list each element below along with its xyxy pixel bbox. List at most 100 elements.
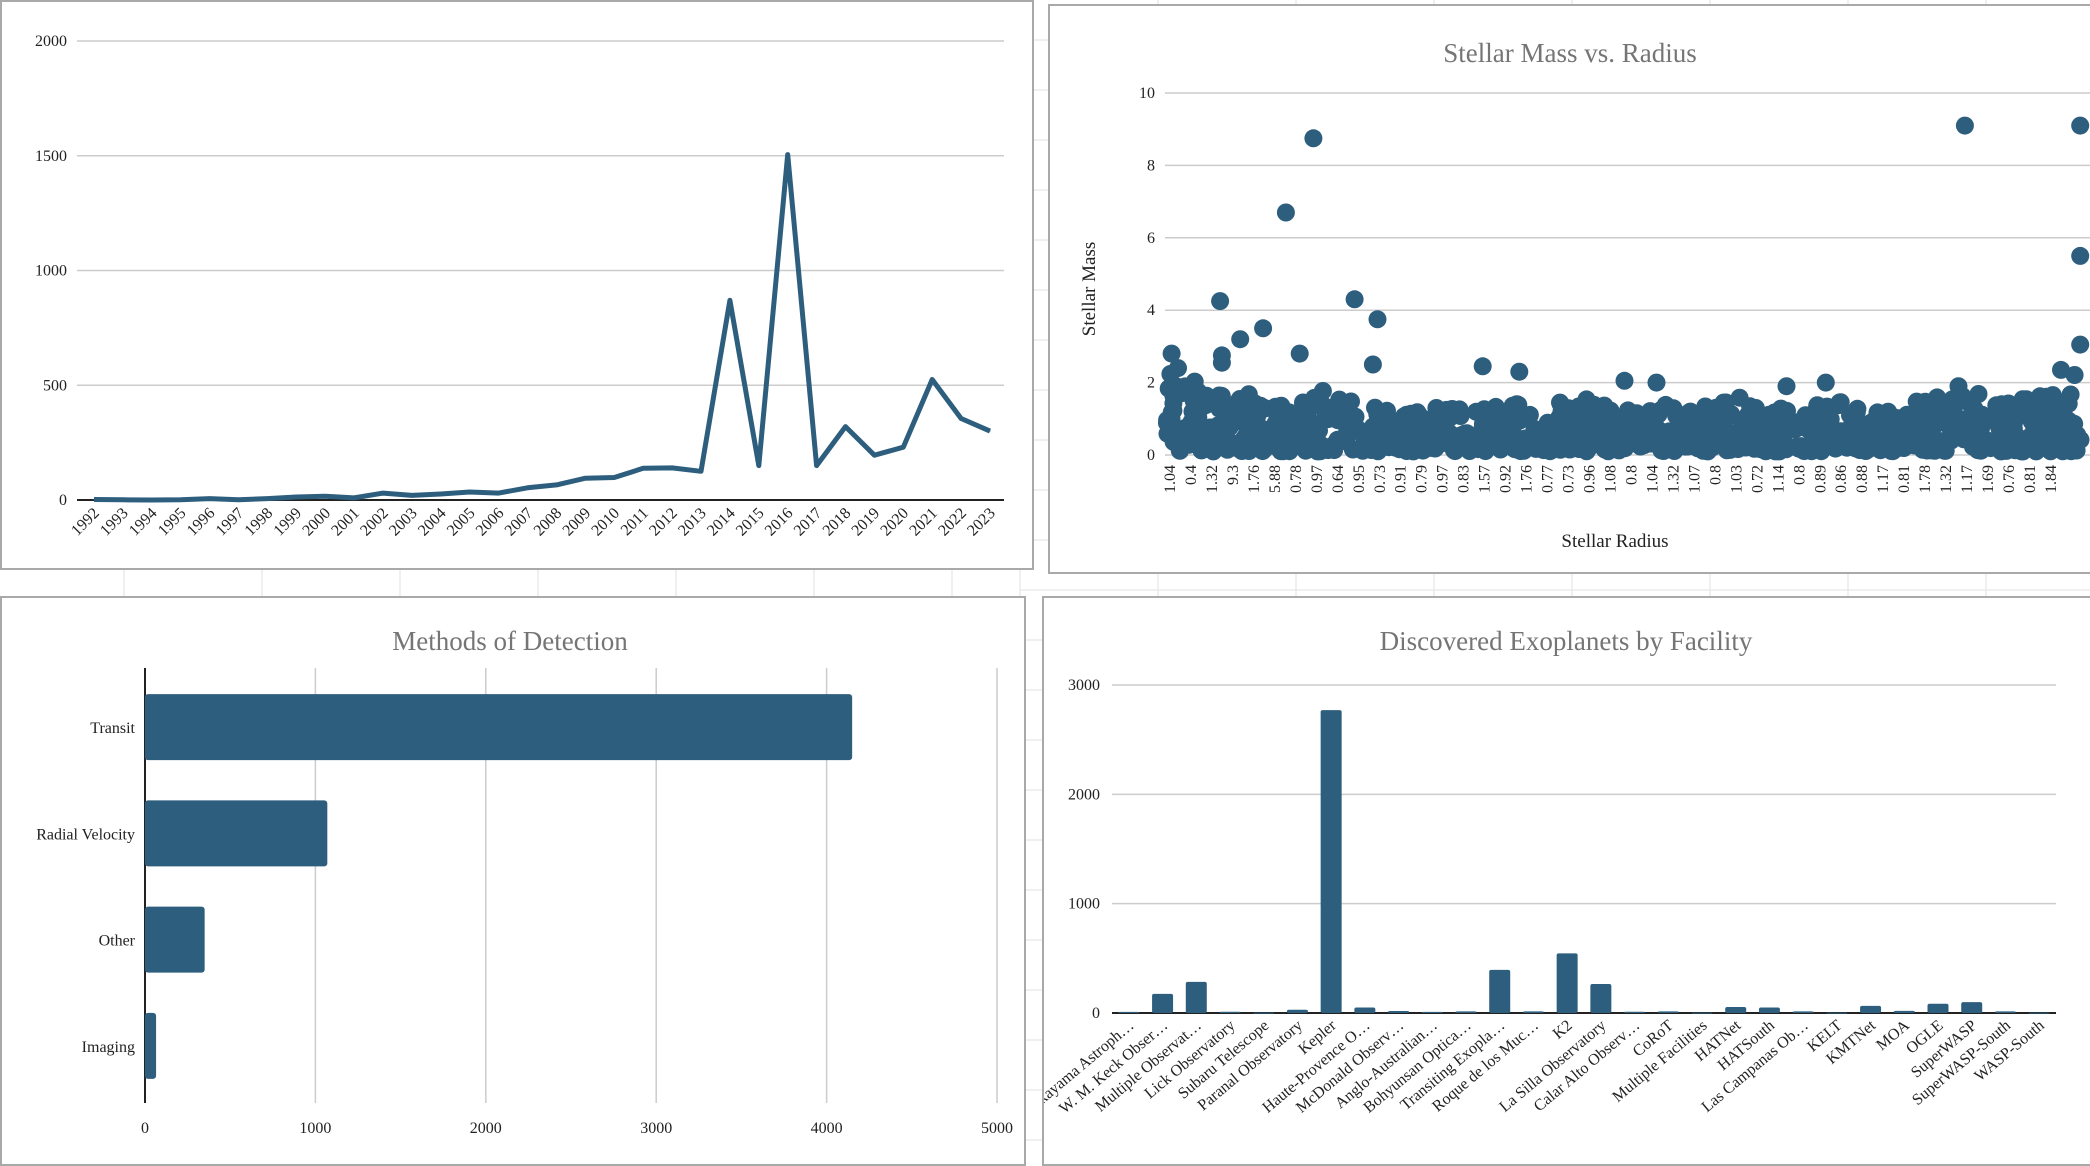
data-point — [382, 492, 384, 494]
data-point — [1421, 438, 1440, 457]
data-point — [209, 498, 211, 500]
bar — [145, 906, 205, 973]
data-point — [1245, 394, 1264, 413]
data-point — [266, 498, 268, 500]
data-point — [1568, 420, 1587, 439]
data-point — [122, 499, 124, 501]
x-tick-label: 1.69 — [1980, 465, 1997, 493]
x-tick-label: 2010 — [588, 505, 623, 540]
x-tick-label: 2008 — [531, 505, 566, 540]
data-point — [1469, 437, 1488, 455]
data-point — [1667, 406, 1686, 425]
data-point — [1239, 436, 1258, 455]
data-point — [931, 379, 933, 381]
data-point — [1167, 377, 1186, 396]
mass-radius-scatter-panel: Stellar Mass vs. Radius Stellar Radius S… — [1048, 4, 2090, 574]
data-point — [1533, 429, 1552, 448]
x-tick-label: 0.91 — [1393, 465, 1410, 493]
data-point — [1487, 429, 1506, 447]
x-tick-label: 1.03 — [1728, 465, 1745, 493]
bar — [1118, 1011, 1140, 1013]
x-tick-label: 4000 — [811, 1120, 843, 1137]
y-tick-label: 0 — [1092, 1005, 1100, 1022]
x-tick-label: 2004 — [415, 505, 450, 540]
data-point — [816, 465, 818, 467]
x-tick-label: 1.78 — [1917, 465, 1934, 493]
x-tick-label: 0 — [141, 1120, 149, 1137]
data-point — [1949, 377, 1968, 396]
data-point — [758, 465, 760, 467]
data-point — [1345, 290, 1364, 309]
bar — [1286, 1009, 1308, 1013]
x-tick-label: 0.83 — [1456, 465, 1473, 493]
y-tick-label: 10 — [1139, 85, 1155, 102]
x-tick-label: 2000 — [470, 1120, 502, 1137]
data-point — [1276, 203, 1295, 222]
bar — [145, 694, 853, 761]
scatter-y-axis-label: Stellar Mass — [1079, 242, 1100, 336]
data-point — [1554, 403, 1572, 421]
data-point — [1278, 436, 1297, 455]
data-point — [555, 484, 557, 486]
data-point — [1940, 428, 1959, 447]
data-point — [960, 418, 962, 420]
data-point — [411, 494, 413, 496]
data-point — [1294, 393, 1312, 412]
x-tick-label: 0.64 — [1330, 465, 1347, 493]
y-tick-label: 8 — [1147, 157, 1155, 174]
data-point — [1505, 412, 1524, 431]
data-point — [1451, 407, 1470, 425]
data-point — [1315, 402, 1334, 421]
methods-title: Methods of Detection — [392, 626, 628, 656]
data-point — [2053, 395, 2072, 414]
y-tick-label: 1000 — [35, 263, 67, 280]
x-tick-label: 0.92 — [1498, 465, 1515, 493]
scatter-x-axis-label: Stellar Radius — [1561, 531, 1668, 552]
data-point — [1204, 442, 1223, 461]
data-point — [1208, 416, 1227, 435]
mass-radius-scatter-chart: Stellar Mass vs. Radius Stellar Radius S… — [1079, 38, 2090, 552]
data-point — [1364, 417, 1382, 436]
data-point — [1173, 426, 1192, 445]
bar — [1691, 1012, 1713, 1014]
bar — [1961, 1002, 1983, 1013]
x-tick-label: 5.88 — [1267, 465, 1284, 493]
x-tick-label: 0.8 — [1623, 465, 1640, 485]
data-point — [1751, 416, 1770, 435]
x-tick-label: 1999 — [271, 505, 306, 540]
x-tick-label: 0.78 — [1288, 465, 1305, 493]
data-point — [180, 499, 182, 501]
data-point — [787, 154, 789, 156]
data-point — [613, 477, 615, 479]
x-tick-label: 2009 — [560, 505, 595, 540]
x-tick-label: 1.07 — [1686, 465, 1703, 493]
x-tick-label: 1.76 — [1246, 465, 1263, 493]
x-tick-label: 2002 — [357, 505, 392, 540]
data-point — [2071, 246, 2090, 265]
data-point — [2071, 335, 2090, 354]
data-point — [1619, 401, 1637, 420]
x-tick-label: 1996 — [184, 505, 219, 540]
x-tick-label: 1993 — [97, 505, 132, 540]
bar — [1152, 993, 1174, 1013]
data-point — [238, 499, 240, 501]
bar — [1624, 1011, 1646, 1013]
data-point — [1768, 441, 1786, 460]
data-point — [1473, 357, 1492, 376]
data-point — [1658, 424, 1677, 443]
data-point — [1891, 410, 1909, 429]
data-point — [353, 497, 355, 499]
x-tick-label: 1.32 — [1665, 465, 1682, 493]
x-tick-label: 0.86 — [1833, 465, 1850, 493]
data-point — [1363, 355, 1382, 374]
x-tick-label: 2023 — [964, 505, 999, 540]
data-point — [1211, 292, 1230, 311]
data-point — [295, 496, 297, 498]
category-label: Radial Velocity — [36, 826, 135, 843]
x-tick-label: 1000 — [299, 1120, 331, 1137]
data-point — [469, 491, 471, 493]
x-tick-label: 2014 — [704, 505, 739, 540]
bar — [1725, 1006, 1747, 1013]
bar — [1421, 1011, 1443, 1013]
x-tick-label: 1.32 — [1204, 465, 1221, 493]
